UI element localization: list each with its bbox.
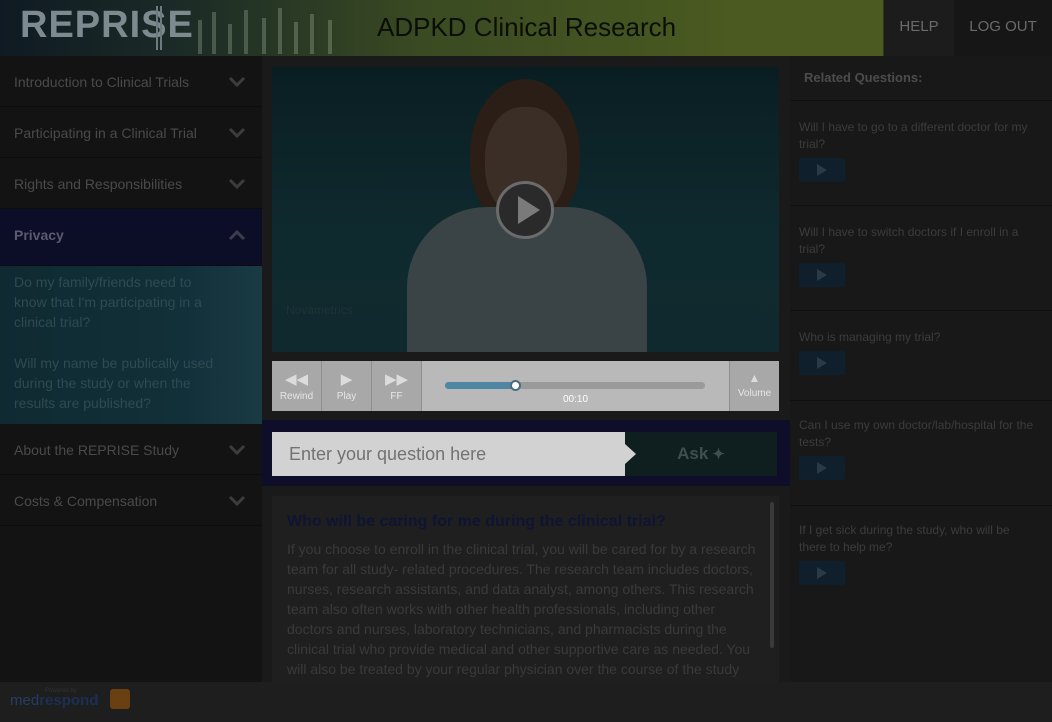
video-controls: ◀◀ Rewind ▶ Play ▶▶ FF 00:10 ▲ Volume (272, 361, 779, 411)
related-question-play-button[interactable] (799, 351, 845, 375)
play-icon (817, 164, 827, 176)
play-icon (817, 462, 827, 474)
related-question-play-button[interactable] (799, 561, 845, 585)
question-input[interactable] (272, 432, 625, 476)
video-watermark: Novametrics (286, 303, 353, 317)
page-title: ADPKD Clinical Research (377, 12, 677, 42)
progress-knob[interactable] (510, 380, 521, 391)
related-question-item: If I get sick during the study, who will… (790, 505, 1052, 605)
sidebar-item-introduction[interactable]: Introduction to Clinical Trials (0, 56, 262, 107)
play-icon (518, 196, 540, 224)
related-question-text[interactable]: Will I have to go to a different doctor … (799, 119, 1039, 153)
sidebar: Introduction to Clinical Trials Particip… (0, 56, 262, 682)
sidebar-item-about-reprise[interactable]: About the REPRISE Study (0, 424, 262, 475)
play-button[interactable]: ▶ Play (322, 361, 372, 411)
video-player[interactable]: Novametrics (272, 67, 779, 352)
sidebar-item-privacy[interactable]: Privacy (0, 209, 262, 266)
medrespond-badge-icon (110, 689, 130, 709)
sidebar-item-label: Rights and Responsibilities (14, 176, 183, 192)
play-label: Play (336, 391, 357, 402)
answer-body: If you choose to enroll in the clinical … (287, 541, 756, 677)
help-button[interactable]: HELP (884, 0, 954, 56)
related-question-text[interactable]: Can I use my own doctor/lab/hospital for… (799, 417, 1039, 451)
logout-button[interactable]: LOG OUT (954, 0, 1052, 56)
volume-button[interactable]: ▲ Volume (729, 361, 779, 411)
chevron-down-icon (228, 444, 246, 456)
related-question-play-button[interactable] (799, 263, 845, 287)
sidebar-item-label: Privacy (14, 227, 64, 243)
privacy-subitems: Do my family/friends need to know that I… (0, 266, 262, 424)
ask-label: Ask (677, 444, 709, 463)
fast-forward-button[interactable]: ▶▶ FF (372, 361, 422, 411)
related-question-text[interactable]: If I get sick during the study, who will… (799, 522, 1039, 556)
brand-part2: respond (39, 692, 99, 709)
sidebar-item-label: Participating in a Clinical Trial (14, 125, 197, 141)
chevron-down-icon (228, 76, 246, 88)
rewind-button[interactable]: ◀◀ Rewind (272, 361, 322, 411)
related-question-play-button[interactable] (799, 158, 845, 182)
volume-icon: ▲ (748, 371, 761, 385)
answer-scrollbar[interactable] (770, 502, 774, 648)
sidebar-item-label: Introduction to Clinical Trials (14, 74, 190, 90)
related-question-item: Will I have to switch doctors if I enrol… (790, 205, 1052, 310)
progress-fill (445, 382, 515, 389)
volume-label: Volume (737, 388, 772, 399)
play-icon: ▶ (340, 371, 353, 388)
rewind-icon: ◀◀ (284, 371, 309, 388)
related-questions-title: Related Questions: (804, 70, 923, 85)
chevron-down-icon (228, 495, 246, 507)
time-readout: 00:10 (563, 394, 589, 405)
related-question-item: Who is managing my trial? (790, 310, 1052, 400)
sidebar-item-costs[interactable]: Costs & Compensation (0, 475, 262, 526)
header: REPRISE ADPKD Clinical Research HELP LOG… (0, 0, 1052, 56)
medrespond-logo[interactable]: medrespond (10, 692, 98, 709)
chevron-down-icon (228, 127, 246, 139)
sidebar-item-label: Costs & Compensation (14, 493, 158, 509)
sidebar-item-label: About the REPRISE Study (14, 442, 179, 458)
play-icon (817, 567, 827, 579)
rewind-label: Rewind (279, 391, 314, 402)
chevron-down-icon (228, 178, 246, 190)
logo-divider (156, 6, 162, 50)
sidebar-subitem-family-friends[interactable]: Do my family/friends need to know that I… (14, 272, 219, 332)
ff-label: FF (390, 391, 403, 402)
related-question-text[interactable]: Will I have to switch doctors if I enrol… (799, 224, 1039, 258)
chat-bubble-icon: ✦ (712, 446, 725, 463)
raised-hands-graphic (198, 8, 332, 54)
app-root: REPRISE ADPKD Clinical Research HELP LOG… (0, 0, 1052, 722)
play-icon (817, 269, 827, 281)
related-question-item: Will I have to go to a different doctor … (790, 100, 1052, 205)
related-question-item: Can I use my own doctor/lab/hospital for… (790, 400, 1052, 505)
fast-forward-icon: ▶▶ (384, 371, 409, 388)
chevron-up-icon (228, 229, 246, 241)
footer (0, 682, 1052, 722)
reprise-logo[interactable]: REPRISE (20, 4, 194, 47)
input-arrow (625, 444, 636, 464)
answer-panel: Who will be caring for me during the cli… (272, 496, 779, 682)
answer-title: Who will be caring for me during the cli… (287, 513, 666, 530)
related-question-text[interactable]: Who is managing my trial? (799, 329, 1039, 346)
brand-part1: med (10, 692, 40, 709)
ask-button[interactable]: Ask ✦ (625, 432, 777, 476)
sidebar-item-rights[interactable]: Rights and Responsibilities (0, 158, 262, 209)
play-icon (817, 357, 827, 369)
sidebar-item-participating[interactable]: Participating in a Clinical Trial (0, 107, 262, 158)
related-question-play-button[interactable] (799, 456, 845, 480)
sidebar-subitem-name-published[interactable]: Will my name be publically used during t… (14, 353, 219, 413)
